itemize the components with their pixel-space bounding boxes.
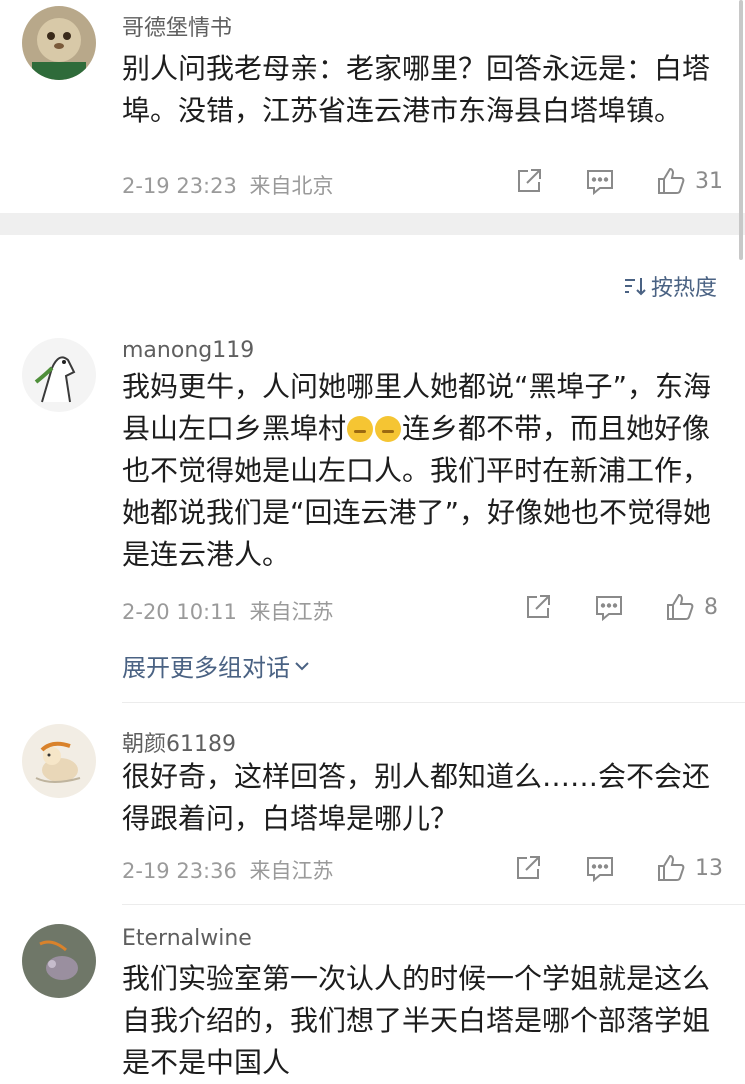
username[interactable]: Eternalwine xyxy=(122,926,252,951)
sort-toggle[interactable]: 按热度 xyxy=(623,270,717,302)
comment-button[interactable] xyxy=(585,166,615,196)
comment-button[interactable] xyxy=(585,853,615,883)
location: 来自江苏 xyxy=(249,859,334,883)
timestamp: 2-19 23:23 xyxy=(122,174,237,198)
divider xyxy=(122,702,745,703)
comment-meta: 2-19 23:23 来自北京 xyxy=(122,170,334,200)
like-button[interactable]: 31 xyxy=(655,165,723,197)
share-button[interactable] xyxy=(513,853,543,883)
comment-text: 很好奇，这样回答，别人都知道么……会不会还得跟着问，白塔埠是哪儿？ xyxy=(122,760,711,835)
comment-meta: 2-19 23:36 来自江苏 xyxy=(122,855,334,885)
share-icon xyxy=(527,595,550,618)
divider xyxy=(122,904,745,905)
avatar[interactable] xyxy=(22,6,96,80)
comment-text: 别人问我老母亲：老家哪里？回答永远是：白塔埠。没错，江苏省连云港市东海县白塔埠镇… xyxy=(122,52,711,127)
thumbs-up-icon xyxy=(667,593,694,620)
comment-icon xyxy=(587,170,613,196)
expand-label: 展开更多组对话 xyxy=(122,654,290,682)
scrollbar[interactable] xyxy=(739,0,743,260)
section-divider xyxy=(0,213,745,235)
username[interactable]: 朝颜61189 xyxy=(122,726,236,758)
like-count: 13 xyxy=(695,855,723,881)
comment-icon xyxy=(596,596,622,622)
thinking-emoji-icon xyxy=(375,416,402,442)
location: 来自北京 xyxy=(249,174,334,198)
timestamp: 2-20 10:11 xyxy=(122,600,237,624)
username[interactable]: manong119 xyxy=(122,338,254,363)
expand-thread-link[interactable]: 展开更多组对话 xyxy=(122,648,311,683)
share-button[interactable] xyxy=(514,166,544,196)
location: 来自江苏 xyxy=(249,600,334,624)
avatar[interactable] xyxy=(22,924,96,998)
chevron-down-icon xyxy=(295,661,309,670)
like-button[interactable]: 13 xyxy=(655,852,723,884)
timestamp: 2-19 23:36 xyxy=(122,859,237,883)
avatar[interactable] xyxy=(22,724,96,798)
sort-icon xyxy=(624,278,646,296)
avatar[interactable] xyxy=(22,338,96,412)
username[interactable]: 哥德堡情书 xyxy=(122,10,232,42)
like-count: 8 xyxy=(704,594,718,620)
share-button[interactable] xyxy=(523,592,553,622)
thinking-emoji-icon xyxy=(347,416,374,442)
comment-button[interactable] xyxy=(594,592,624,622)
like-count: 31 xyxy=(695,168,723,194)
comment-icon xyxy=(587,857,613,883)
share-icon xyxy=(517,856,540,879)
thumbs-up-icon xyxy=(658,854,685,881)
like-button[interactable]: 8 xyxy=(664,591,718,623)
comment-meta: 2-20 10:11 来自江苏 xyxy=(122,596,334,626)
share-icon xyxy=(518,169,541,192)
sort-label: 按热度 xyxy=(650,276,717,301)
comment-text: 我妈更牛，人问她哪里人她都说“黑埠子”，东海县山左口乡黑埠村 连乡都不带，而且她好… xyxy=(122,366,722,576)
thumbs-up-icon xyxy=(658,167,685,194)
comment-text: 我们实验室第一次认人的时候一个学姐就是这么自我介绍的，我们想了半天白塔是哪个部落… xyxy=(122,962,711,1079)
